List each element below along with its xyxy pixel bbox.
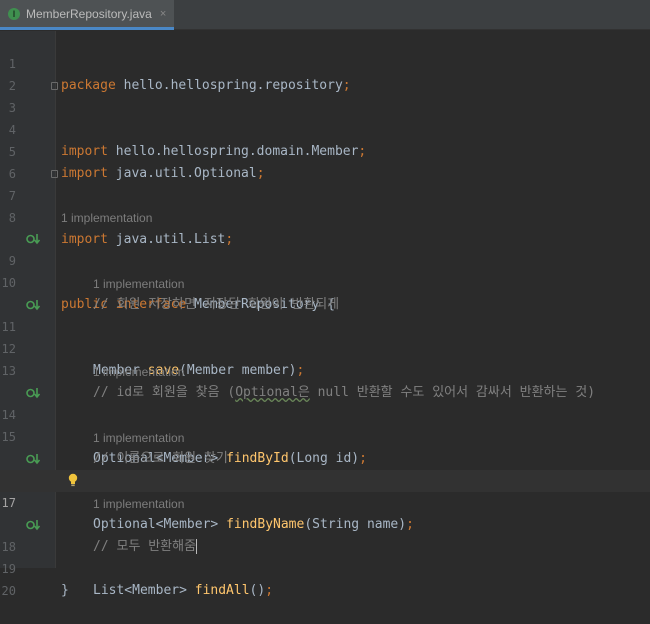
code-line: 14 Optional<Member> findById(Long id); — [0, 382, 650, 466]
implemented-arrow-icon[interactable] — [26, 453, 40, 465]
line-number: 20 — [1, 584, 16, 598]
code-line: 12 — [0, 316, 650, 356]
implemented-arrow-icon[interactable] — [26, 299, 40, 311]
implementation-hint[interactable]: 1 implementation — [0, 207, 650, 229]
code-text: } — [61, 583, 69, 598]
fold-marker-icon[interactable] — [51, 82, 58, 90]
tab-member-repository[interactable]: I MemberRepository.java × — [0, 0, 174, 30]
implemented-arrow-icon[interactable] — [26, 519, 40, 531]
code-line: 15 // 이름으로 회원 찾기 — [0, 404, 650, 466]
code-line-current: 17 // 모두 반환해줌 — [0, 470, 650, 554]
close-icon[interactable]: × — [160, 8, 166, 20]
lightbulb-icon[interactable] — [68, 473, 78, 487]
code-line: 13 // id로 회원을 찾음 (Optional은 null 반환할 수도 … — [0, 338, 650, 400]
code-line: 2 — [0, 53, 650, 93]
code-line: 18 List<Member> findAll(); — [0, 514, 650, 598]
code-text: List<Member> findAll(); — [93, 583, 274, 598]
code-line: 10 // 회원 저장하면 저장된 회원이 반환되게 — [0, 250, 650, 312]
code-line: 3 import hello.hellospring.domain.Member… — [0, 75, 650, 159]
implementation-hint[interactable]: 1 implementation — [0, 273, 650, 295]
editor-tab-bar: I MemberRepository.java × — [0, 0, 650, 30]
implemented-arrow-icon[interactable] — [26, 233, 40, 245]
code-line: 9 public interface MemberRepository { — [0, 228, 650, 312]
code-line: 20 — [0, 558, 650, 598]
implementation-hint[interactable]: 1 implementation — [0, 361, 650, 383]
code-line: 16 Optional<Member> findByName(String na… — [0, 448, 650, 532]
implemented-arrow-icon[interactable] — [26, 387, 40, 399]
fold-marker-icon[interactable] — [51, 170, 58, 178]
code-line: 1 package hello.hellospring.repository; — [0, 31, 650, 93]
interface-file-icon: I — [8, 7, 20, 20]
code-line: 6 — [0, 141, 650, 181]
code-line: 5 import java.util.Optional; — [0, 119, 650, 181]
code-line: 4 — [0, 97, 650, 137]
code-line: 8 — [0, 185, 650, 225]
implementation-hint[interactable]: 1 implementation — [0, 427, 650, 449]
code-line: 19 } — [0, 536, 650, 598]
tab-label: MemberRepository.java — [26, 6, 152, 21]
code-editor[interactable]: 1 package hello.hellospring.repository; … — [0, 31, 650, 598]
implementation-hint[interactable]: 1 implementation — [0, 493, 650, 515]
code-line: 7 import java.util.List; — [0, 163, 650, 247]
code-line: 11 Member save(Member member); — [0, 294, 650, 378]
